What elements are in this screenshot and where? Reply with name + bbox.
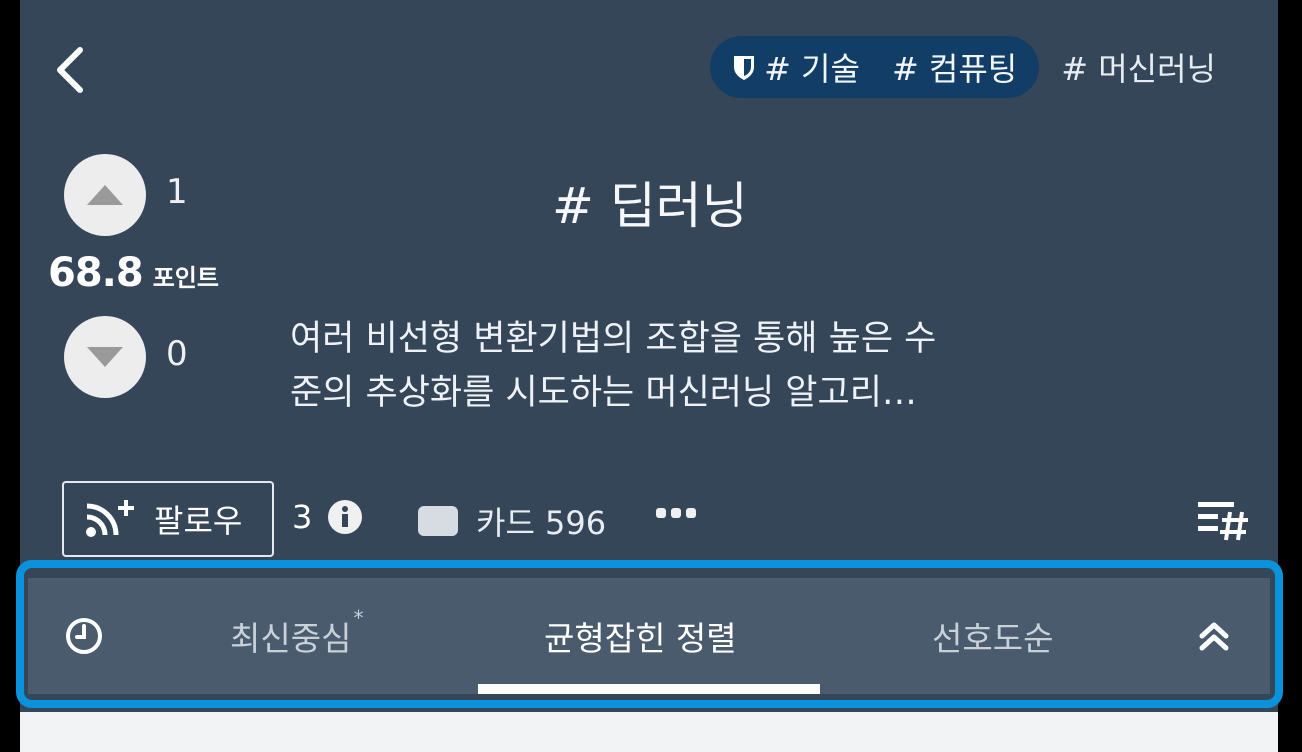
- more-dot: [656, 508, 666, 518]
- clock-icon[interactable]: [64, 616, 104, 656]
- points-display: 68.8 포인트: [48, 250, 219, 296]
- topic-title: # 딥러닝: [552, 177, 748, 235]
- double-chevron-up-icon: [1199, 622, 1229, 651]
- card-count-label: 카드 596: [476, 504, 607, 542]
- points-value: 68.8: [48, 250, 144, 296]
- description-line: 준의 추상화를 시도하는 머신러닝 알고리…: [290, 373, 917, 413]
- card-count[interactable]: 카드 596: [418, 498, 606, 544]
- description-line: 여러 비선형 변환기법의 조합을 통해 높은 수: [290, 319, 937, 359]
- hashtag-list-icon: [1198, 502, 1248, 541]
- tag-tech[interactable]: # 기술: [710, 36, 876, 98]
- rss-plus-icon: [86, 500, 134, 537]
- topic-panel: # 기술 # 컴퓨팅 # 머신러닝 1 68.8 포인트 0 # 딥러닝 여러 …: [20, 0, 1278, 752]
- points-unit: 포인트: [152, 264, 219, 292]
- upvote-button[interactable]: [64, 154, 146, 236]
- tag-label: # 기술: [764, 50, 860, 88]
- sort-tab-marker: *: [353, 606, 364, 630]
- tag-label: # 머신러닝: [1061, 50, 1216, 88]
- back-button[interactable]: [50, 44, 90, 96]
- sort-tab-label: 최신중심: [230, 619, 352, 658]
- follow-label: 팔로우: [154, 502, 243, 540]
- triangle-up-icon: [87, 185, 123, 205]
- sort-bar: 최신중심* 균형잡힌 정렬 선호도순: [28, 578, 1270, 694]
- hashtag-list-button[interactable]: [1196, 494, 1252, 542]
- upvote-count: 1: [166, 172, 188, 212]
- follower-count: 3: [292, 498, 313, 536]
- collapse-button[interactable]: [1194, 616, 1234, 656]
- more-dot: [686, 508, 696, 518]
- triangle-down-icon: [87, 347, 123, 367]
- active-tab-indicator: [478, 684, 820, 694]
- tag-label: # 컴퓨팅: [891, 50, 1018, 88]
- sort-tab-preference[interactable]: 선호도순: [932, 612, 1053, 660]
- tag-computing[interactable]: # 컴퓨팅: [875, 36, 1040, 98]
- sort-tab-latest[interactable]: 최신중심*: [230, 606, 363, 660]
- card-list-area: [20, 712, 1278, 752]
- sort-tab-label: 선호도순: [932, 619, 1054, 658]
- topic-description[interactable]: 여러 비선형 변환기법의 조합을 통해 높은 수 준의 추상화를 시도하는 머신…: [290, 312, 1050, 420]
- sort-tab-label: 균형잡힌 정렬: [544, 619, 737, 658]
- follow-button[interactable]: 팔로우: [62, 481, 274, 557]
- card-icon: [418, 506, 458, 536]
- sort-tab-balanced[interactable]: 균형잡힌 정렬: [544, 612, 737, 660]
- more-dot: [671, 508, 681, 518]
- active-tags: # 기술 # 컴퓨팅: [710, 36, 1040, 98]
- tag-machine-learning[interactable]: # 머신러닝: [1039, 36, 1238, 98]
- tag-path: # 기술 # 컴퓨팅 # 머신러닝: [710, 36, 1238, 98]
- info-icon[interactable]: [328, 500, 362, 534]
- downvote-count: 0: [166, 334, 188, 374]
- shield-icon: [732, 53, 756, 81]
- downvote-button[interactable]: [64, 316, 146, 398]
- chevron-left-icon: [57, 47, 83, 93]
- more-options-button[interactable]: [656, 508, 696, 518]
